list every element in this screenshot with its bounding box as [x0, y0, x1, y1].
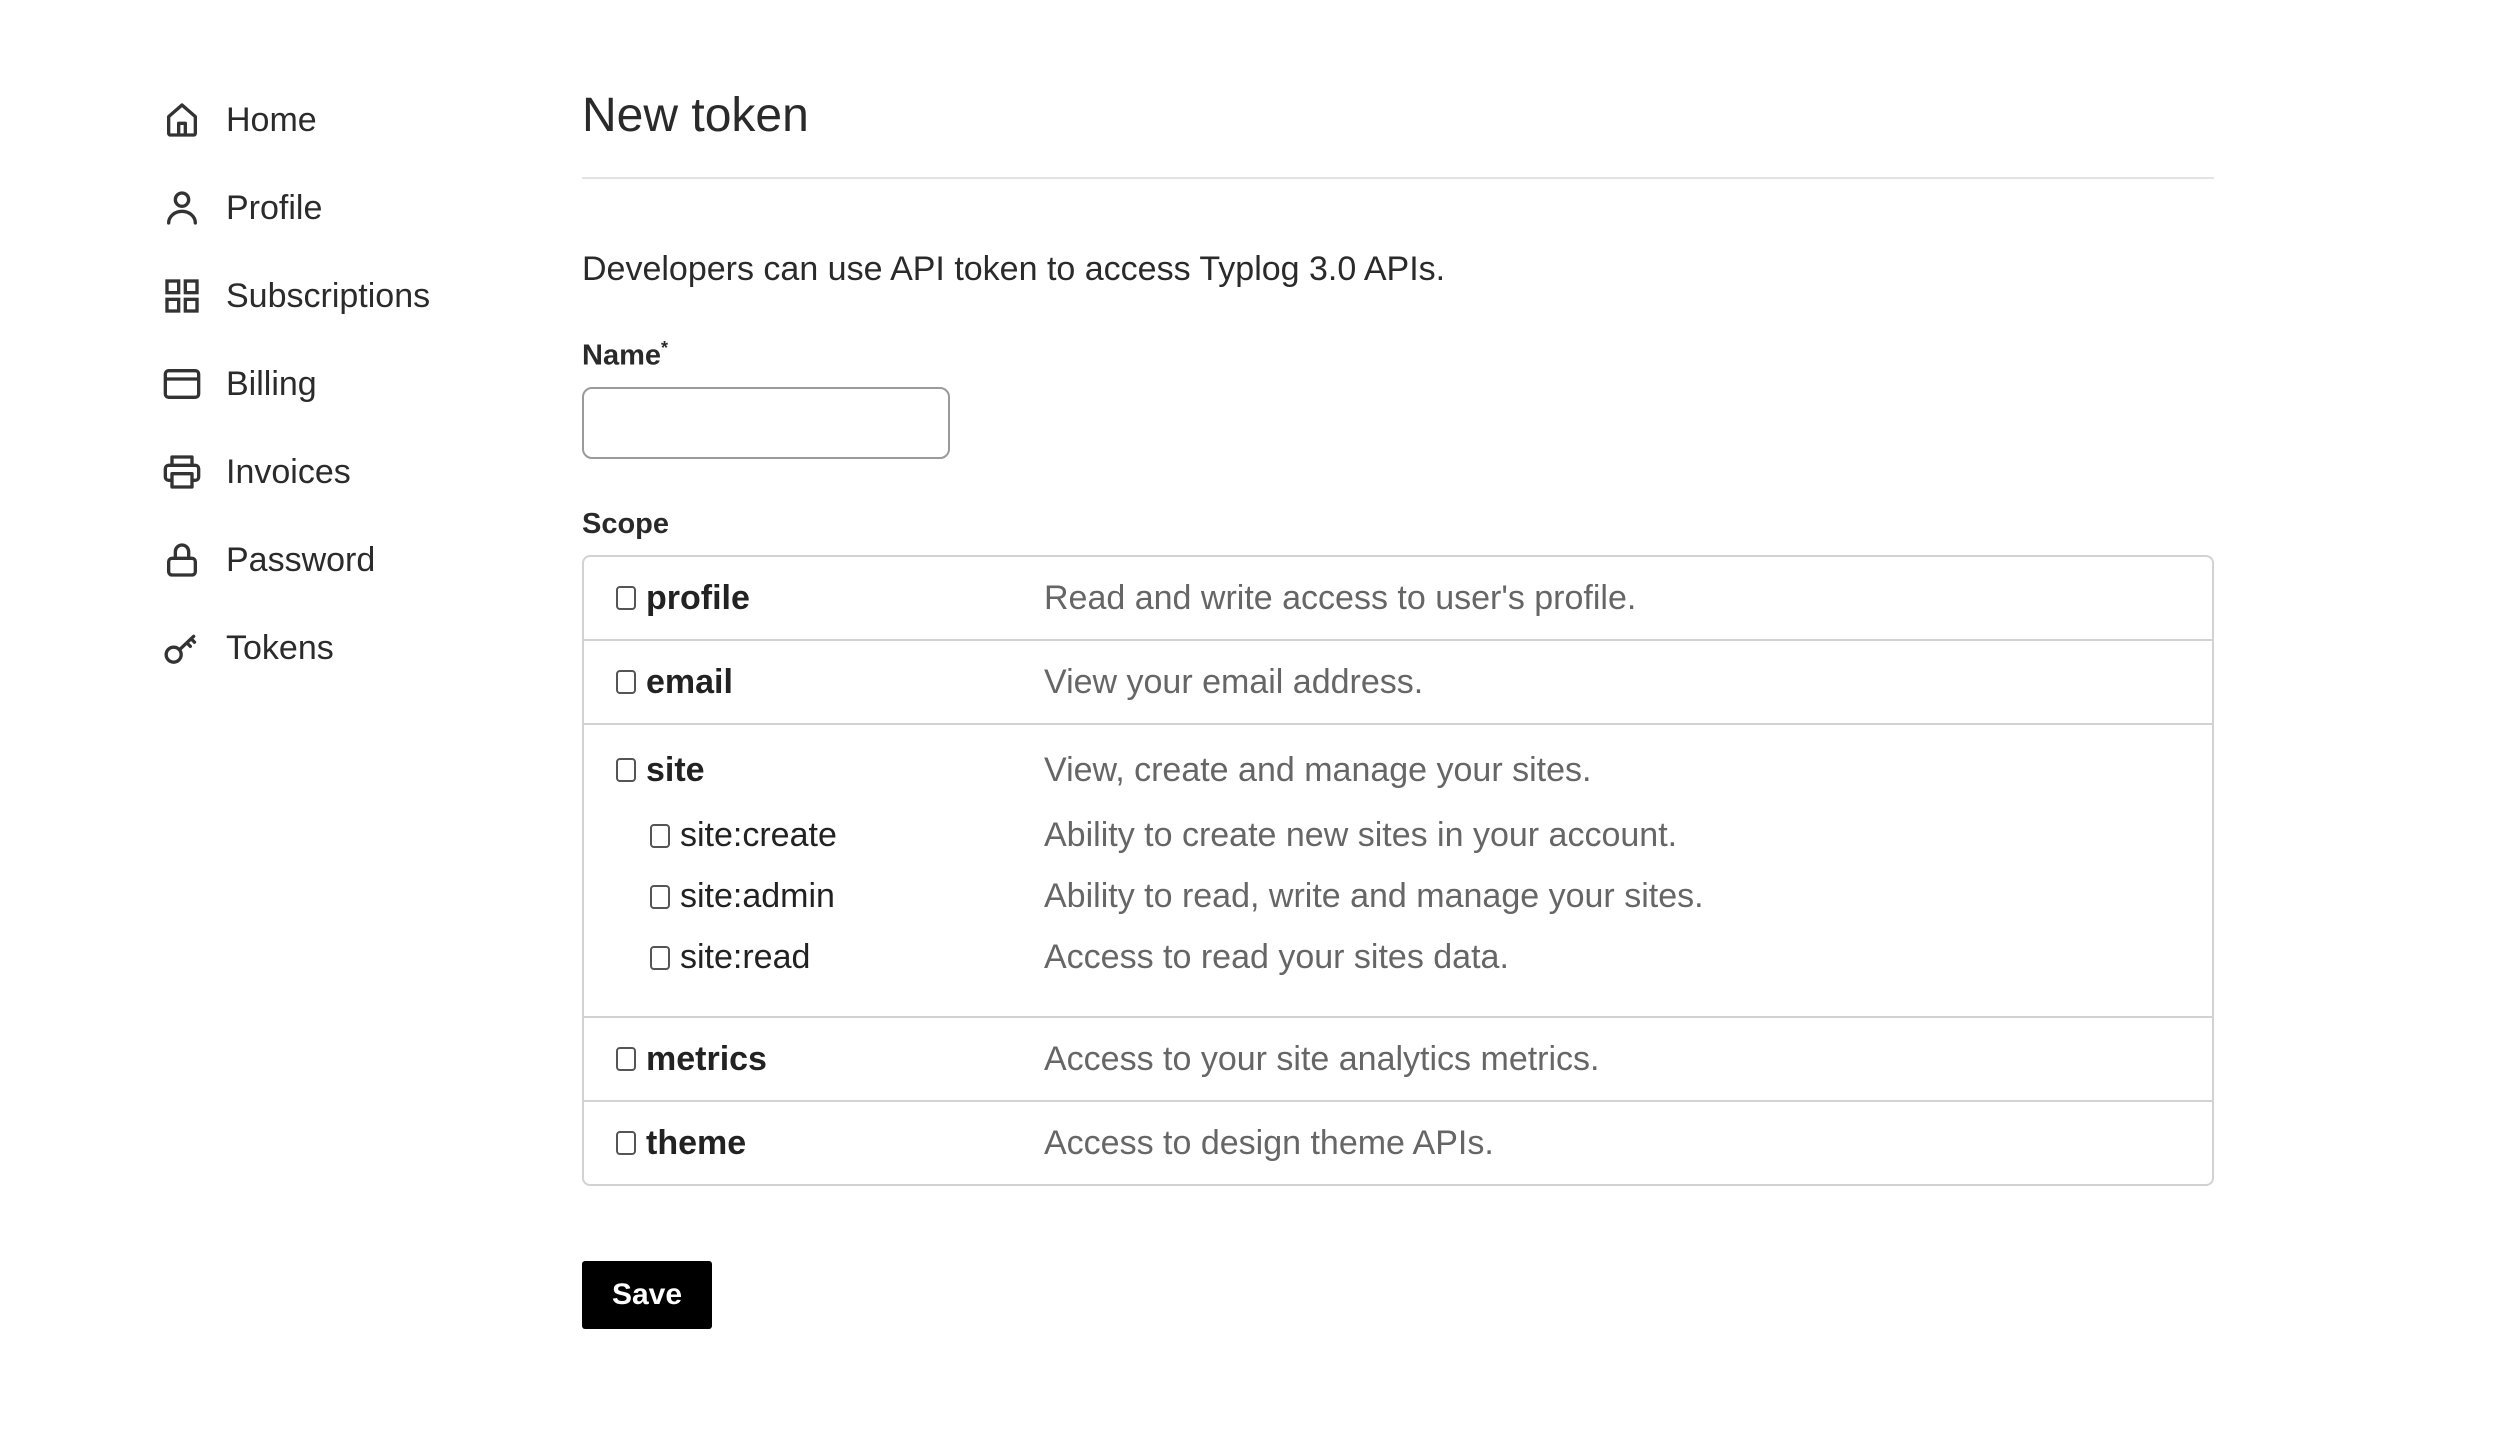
scope-profile[interactable]: profile — [584, 579, 1044, 618]
page-description: Developers can use API token to access T… — [582, 250, 1446, 288]
scope-description: View, create and manage your sites. — [1044, 750, 1592, 789]
sidebar-item-label: Billing — [226, 364, 317, 403]
scope-description: Ability to read, write and manage your s… — [1044, 877, 1704, 915]
sidebar-item-label: Subscriptions — [226, 276, 431, 315]
scope-row-metrics: metrics Access to your site analytics me… — [584, 1016, 2212, 1100]
lock-icon — [167, 543, 197, 577]
required-mark: * — [661, 338, 669, 358]
sidebar-item-invoices[interactable]: Invoices — [162, 428, 482, 516]
scope-name: site:create — [680, 816, 837, 854]
scope-site-read[interactable]: site:read — [584, 938, 1044, 977]
scope-description: Access to design theme APIs. — [1044, 1123, 1494, 1162]
scope-name: site — [646, 750, 705, 789]
checkbox-metrics[interactable] — [616, 1047, 636, 1071]
sidebar-item-profile[interactable]: Profile — [162, 164, 482, 252]
scope-description: View your email address. — [1044, 662, 1424, 701]
scope-email[interactable]: email — [584, 663, 1044, 702]
sidebar-item-label: Password — [226, 540, 376, 579]
home-icon — [167, 103, 197, 137]
sidebar-item-billing[interactable]: Billing — [162, 340, 482, 428]
scope-row-site: site View, create and manage your sites.… — [584, 723, 2212, 1016]
scope-name: site:admin — [680, 877, 835, 915]
printer-icon — [163, 455, 201, 489]
scope-name: theme — [646, 1123, 747, 1162]
scope-site[interactable]: site — [584, 751, 1044, 790]
checkbox-profile[interactable] — [616, 586, 636, 610]
name-input[interactable] — [582, 387, 950, 459]
name-label: Name* — [582, 338, 668, 373]
scope-theme[interactable]: theme — [584, 1124, 1044, 1163]
scope-description: Ability to create new sites in your acco… — [1044, 816, 1678, 854]
sidebar: Home Profile Subscriptions Billing Invoi… — [162, 76, 482, 692]
scope-label: Scope — [582, 508, 670, 540]
save-button[interactable]: Save — [582, 1261, 712, 1329]
scope-row-theme: theme Access to design theme APIs. — [584, 1100, 2212, 1184]
title-divider — [582, 177, 2214, 179]
grid-icon — [165, 279, 199, 313]
checkbox-email[interactable] — [616, 670, 636, 694]
sidebar-item-home[interactable]: Home — [162, 76, 482, 164]
scope-name: site:read — [680, 938, 811, 976]
checkbox-site-admin[interactable] — [650, 884, 670, 909]
scope-site-create[interactable]: site:create — [584, 816, 1044, 855]
scope-row-email: email View your email address. — [584, 639, 2212, 723]
sidebar-item-subscriptions[interactable]: Subscriptions — [162, 252, 482, 340]
sidebar-item-tokens[interactable]: Tokens — [162, 604, 482, 692]
scope-name: metrics — [646, 1039, 767, 1078]
credit-card-icon — [163, 369, 201, 399]
scope-name: profile — [646, 578, 750, 617]
key-icon — [164, 634, 197, 664]
checkbox-site[interactable] — [616, 758, 636, 782]
scope-description: Access to read your sites data. — [1044, 938, 1509, 976]
scope-row-profile: profile Read and write access to user's … — [584, 557, 2212, 639]
name-label-text: Name — [582, 339, 661, 372]
checkbox-site-read[interactable] — [650, 945, 670, 970]
sidebar-item-label: Profile — [226, 188, 323, 227]
scope-description: Read and write access to user's profile. — [1044, 578, 1637, 617]
sidebar-item-label: Invoices — [226, 452, 351, 491]
sidebar-item-label: Home — [226, 100, 317, 139]
scope-metrics[interactable]: metrics — [584, 1040, 1044, 1079]
page-title: New token — [582, 89, 809, 142]
user-icon — [167, 191, 197, 225]
scope-description: Access to your site analytics metrics. — [1044, 1039, 1600, 1078]
sidebar-item-password[interactable]: Password — [162, 516, 482, 604]
scope-site-admin[interactable]: site:admin — [584, 877, 1044, 916]
scope-table: profile Read and write access to user's … — [582, 555, 2214, 1186]
sidebar-item-label: Tokens — [226, 628, 334, 667]
checkbox-site-create[interactable] — [650, 823, 670, 848]
scope-name: email — [646, 662, 733, 701]
checkbox-theme[interactable] — [616, 1131, 636, 1155]
